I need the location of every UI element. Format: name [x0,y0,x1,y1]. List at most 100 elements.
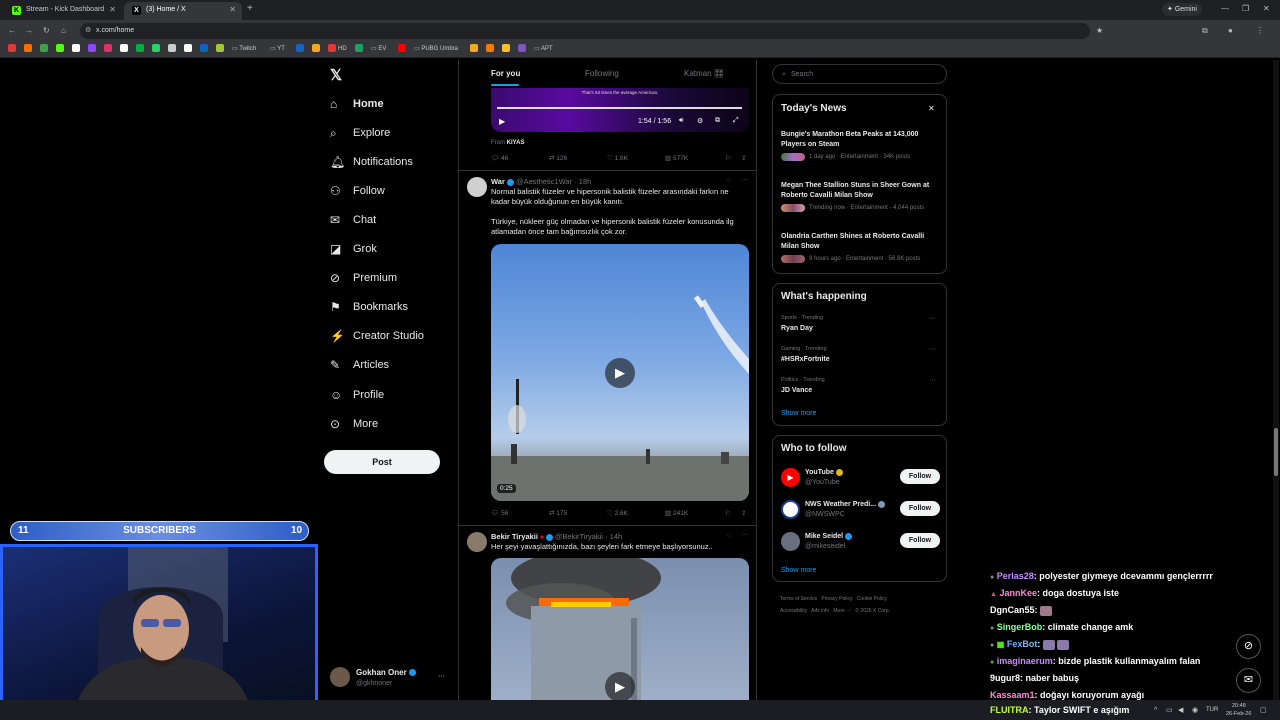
close-tab-icon[interactable]: ✕ [109,2,116,18]
footer-link[interactable]: More ··· [833,608,851,614]
mic-icon[interactable]: ◉ [1192,706,1198,715]
bookmark-folder-yt[interactable]: ▭ YT [270,44,285,55]
menu-kebab-icon[interactable]: ⋮ [1256,25,1264,37]
nav-notifications[interactable]: 🔔︎ Notifications [330,152,413,172]
footer-link[interactable]: Terms of Service [780,596,817,602]
home-browser-icon[interactable]: ⌂ [61,25,66,37]
bookmark-folder-pubg[interactable]: ▭ PUBG Umbra [414,44,458,55]
search-input[interactable]: ⌕ Search [772,64,947,84]
tweet-author[interactable]: War [491,177,505,186]
bookmark-icon-11[interactable] [168,44,178,55]
reload-icon[interactable]: ↻ [43,25,50,37]
tweet-handle[interactable]: @Aesthetic1War [516,177,572,186]
reply-action[interactable]: 💬︎ 56 [491,509,508,517]
bookmark-icon-5[interactable] [72,44,82,55]
post-button[interactable]: Post [324,450,440,474]
bookmark-icon-19[interactable] [470,44,480,55]
gemini-button[interactable]: ✦ Gemini [1162,3,1202,16]
close-window-icon[interactable]: ✕ [1263,3,1270,15]
bookmark-folder-ev[interactable]: ▭ EV [371,44,386,55]
tweet-time[interactable]: · 14h [605,532,622,541]
footer-link[interactable]: Privacy Policy [821,596,852,602]
views-action[interactable]: ▥ 577K [665,154,688,162]
tab-katman[interactable]: Katman 🎛 [684,69,724,79]
bookmark-icon-10[interactable] [152,44,162,55]
views-action[interactable]: ▥ 241K [665,509,688,517]
extensions-icon[interactable]: ⧉ [1202,25,1208,37]
tweet-more-icon[interactable]: ··· [741,531,748,538]
grok-tweet-icon[interactable]: ◌ [727,532,731,539]
language-indicator[interactable]: TUR [1206,706,1218,715]
trend-more-icon[interactable]: ··· [929,345,936,354]
follow-suggestion[interactable]: Mike Seidel @mikeseidel Follow [781,530,941,552]
follow-suggestion[interactable]: NWS Weather Predi... @NWSWPC Follow [781,498,941,520]
bookmark-icon-12[interactable] [184,44,194,55]
nav-follow[interactable]: ⚇ Follow [330,181,385,201]
close-tab-icon[interactable]: ✕ [229,2,236,18]
pip-icon[interactable]: ⧉ [715,117,720,125]
tweet-time[interactable]: · 18h [574,177,591,186]
bookmark-icon-3[interactable] [40,44,50,55]
nav-chat[interactable]: ✉ Chat [330,210,376,230]
bookmark-icon-20[interactable] [486,44,496,55]
bookmark-icon-21[interactable] [502,44,512,55]
fullscreen-icon[interactable]: ⤢ [733,117,739,125]
repost-action[interactable]: ⇄ 175 [549,509,567,517]
bookmark-icon-15[interactable] [296,44,306,55]
bookmark-icon-22[interactable] [518,44,528,55]
video-source-name[interactable]: KIYAS [507,140,525,146]
play-icon[interactable]: ▶ [605,672,635,700]
follow-button[interactable]: Follow [900,533,940,548]
new-tab-icon[interactable]: + [247,3,253,15]
bookmark-icon-18[interactable] [398,44,408,55]
bookmark-icon-1[interactable] [8,44,18,55]
nav-creator-studio[interactable]: ⚡ Creator Studio [330,326,424,346]
share-icon[interactable]: ⇪ [741,509,746,517]
trend-more-icon[interactable]: ··· [929,314,936,323]
play-icon[interactable]: ▶ [605,358,635,388]
scrollbar-thumb[interactable] [1274,428,1278,476]
tab-for-you[interactable]: For you [491,69,520,79]
repost-action[interactable]: ⇄ 126 [549,154,567,162]
maximize-icon[interactable]: ❐ [1242,3,1249,15]
footer-link[interactable]: Cookie Policy [857,596,887,602]
tray-chevron-icon[interactable]: ^ [1154,706,1157,715]
tweet-author[interactable]: Bekir Tiryakii [491,532,538,541]
bookmark-icon-16[interactable] [312,44,322,55]
news-item[interactable]: Megan Thee Stallion Stuns in Sheer Gown … [781,181,939,213]
like-action[interactable]: ♡ 1.6K [607,154,628,162]
news-item[interactable]: Olandria Carthen Shines at Roberto Caval… [781,232,939,264]
back-icon[interactable]: ← [8,25,16,37]
nav-home[interactable]: ⌂ Home [330,94,384,114]
bookmark-action-icon[interactable]: ⚐ [725,154,731,162]
bookmark-icon-14[interactable] [216,44,226,55]
show-more-link[interactable]: Show more [781,409,816,418]
avatar[interactable] [467,532,487,552]
play-icon[interactable]: ▶ [499,117,505,126]
share-icon[interactable]: ⇪ [741,154,746,162]
follow-suggestion[interactable]: ▶ YouTube @YouTube Follow [781,466,941,488]
settings-icon[interactable]: ⚙ [697,117,703,125]
speaker-icon[interactable]: ◀ [1178,706,1183,715]
bookmark-icon-4[interactable] [56,44,66,55]
follow-button[interactable]: Follow [900,501,940,516]
bookmark-folder-twitch[interactable]: ▭ Twitch [232,44,256,55]
account-more-icon[interactable]: ··· [438,672,445,681]
video-player-1[interactable]: That's 53 times the average American. ▶ … [491,88,749,132]
network-icon[interactable]: ▭ [1166,706,1173,715]
avatar[interactable] [467,177,487,197]
minimize-icon[interactable]: — [1221,3,1229,15]
nav-bookmarks[interactable]: ⚑ Bookmarks [330,297,408,317]
tweet-more-icon[interactable]: ··· [741,176,748,183]
footer-link[interactable]: Ads info [811,608,829,614]
nav-explore[interactable]: ⌕ Explore [330,123,390,143]
url-input[interactable]: ⚙ x.com/home [80,23,1090,39]
tab-following[interactable]: Following [585,69,619,79]
nav-premium[interactable]: ⊘ Premium [330,268,397,288]
footer-link[interactable]: Accessibility [780,608,807,614]
bookmark-icon-9[interactable] [136,44,146,55]
video-progress[interactable] [497,107,742,109]
trend-more-icon[interactable]: ··· [929,376,936,385]
reply-action[interactable]: 💬︎ 46 [491,154,508,162]
bookmark-icon-7[interactable] [104,44,114,55]
